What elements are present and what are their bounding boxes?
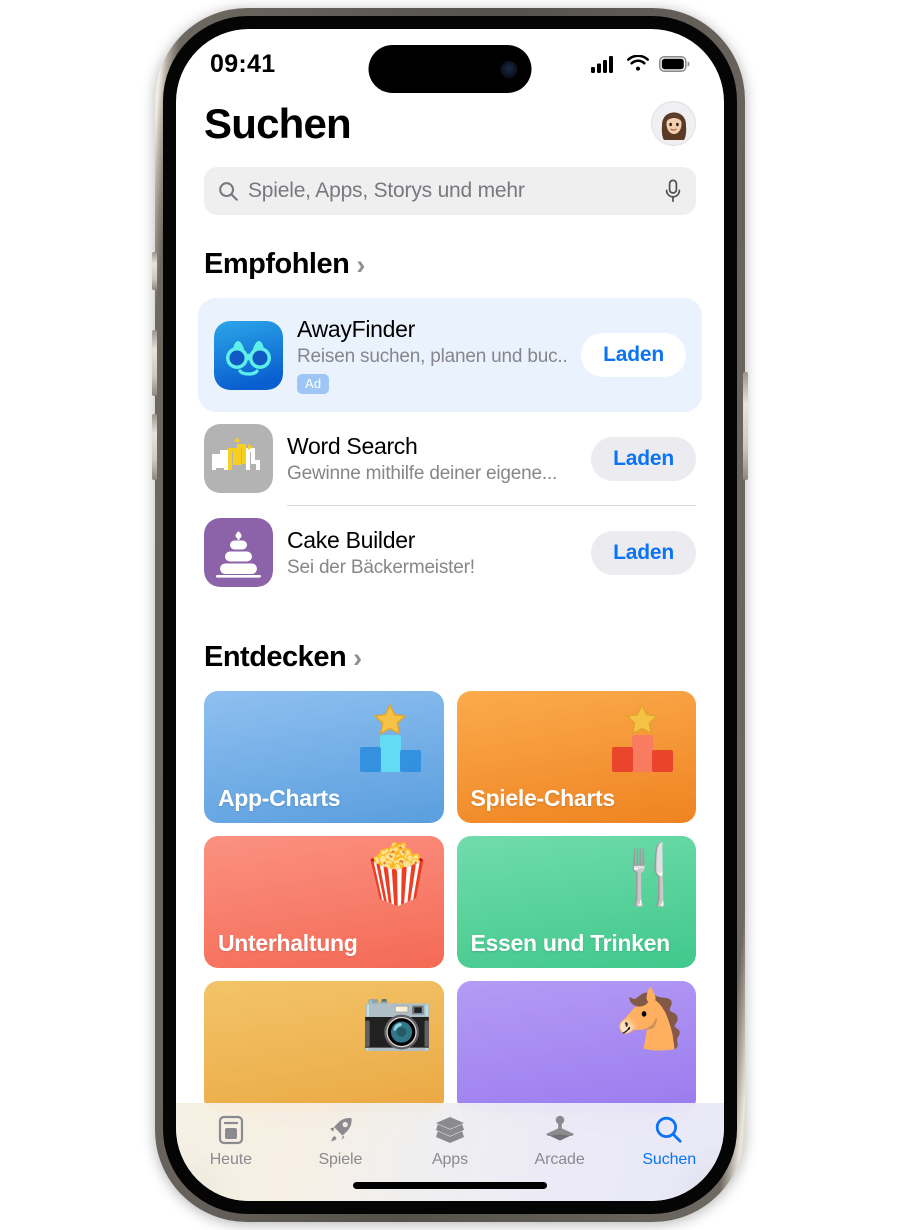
memoji-avatar-icon (653, 103, 694, 144)
discover-card-label: Essen und Trinken (470, 930, 671, 956)
app-subtitle: Sei der Bäckermeister! (287, 556, 475, 578)
today-card-icon (217, 1114, 245, 1146)
tab-arcade[interactable]: Arcade (505, 1114, 615, 1169)
section-header-discover[interactable]: Entdecken › (176, 641, 724, 674)
app-name: AwayFinder (297, 316, 416, 342)
avatar[interactable] (651, 101, 696, 146)
cellular-signal-icon (591, 56, 613, 73)
get-button-cake-builder[interactable]: Laden (591, 530, 696, 575)
power-button[interactable] (743, 372, 748, 480)
word-search-icon (204, 424, 273, 493)
app-row-awayfinder[interactable]: AwayFinder Reisen suchen, planen und buc… (208, 304, 692, 406)
screenshot-stage: 09:41 Suchen Spiele, Apps, Storys und me… (0, 0, 900, 1230)
discover-card-app-charts[interactable]: App-Charts (204, 691, 444, 823)
app-name: Word Search (287, 432, 418, 459)
tab-label: Suchen (642, 1151, 696, 1168)
app-name: Cake Builder (287, 526, 416, 553)
discover-card-spiele-charts[interactable]: Spiele-Charts (456, 691, 696, 823)
search-input[interactable]: Spiele, Apps, Storys und mehr (248, 179, 655, 203)
discover-card-essen-und-trinken[interactable]: 🍴 Essen und Trinken (456, 836, 696, 968)
discover-card-foto[interactable]: 📷 (204, 981, 444, 1113)
suggested-app-list: AwayFinder Reisen suchen, planen und buc… (198, 298, 702, 599)
tab-label: Arcade (534, 1151, 585, 1168)
microphone-icon[interactable] (664, 179, 682, 203)
search-icon (654, 1114, 684, 1146)
ad-card[interactable]: AwayFinder Reisen suchen, planen und buc… (198, 298, 702, 412)
battery-icon (659, 56, 690, 72)
wifi-icon (627, 55, 649, 71)
tab-heute[interactable]: Heute (176, 1114, 286, 1169)
podium-blue-star-icon (359, 703, 421, 772)
discover-card-label: Spiele-Charts (470, 785, 616, 811)
tab-suchen[interactable]: Suchen (614, 1114, 724, 1169)
tab-label: Heute (209, 1151, 252, 1168)
status-time: 09:41 (210, 49, 276, 78)
phone-screen: 09:41 Suchen Spiele, Apps, Storys und me… (176, 29, 724, 1201)
page-title: Suchen (204, 99, 352, 147)
tab-label: Spiele (318, 1151, 363, 1168)
tab-label: Apps (431, 1151, 469, 1168)
action-button[interactable] (152, 252, 157, 290)
get-button-word-search[interactable]: Laden (591, 436, 696, 481)
joystick-icon (544, 1114, 576, 1146)
app-info-awayfinder: AwayFinder Reisen suchen, planen und buc… (297, 316, 567, 394)
tab-apps[interactable]: Apps (395, 1114, 505, 1169)
front-camera-icon (500, 60, 518, 78)
camera-icon: 📷 (361, 987, 434, 1052)
awayfinder-binoculars-icon (214, 320, 283, 390)
podium-red-star-icon (612, 703, 673, 772)
stack-icon (434, 1114, 466, 1146)
volume-up-button[interactable] (152, 330, 157, 396)
get-button-awayfinder[interactable]: Laden (581, 333, 686, 377)
app-info-cake-builder: Cake Builder Sei der Bäckermeister! (287, 527, 577, 579)
chevron-right-icon: › (356, 250, 366, 280)
popcorn-icon: 🍿 (361, 842, 434, 907)
fork-knife-glass-icon: 🍴 (613, 842, 686, 907)
discover-grid: App-Charts Spiele-Charts 🍿 Unterhaltung (176, 691, 724, 1113)
search-icon (219, 181, 238, 201)
search-bar[interactable]: Spiele, Apps, Storys und mehr (204, 167, 696, 215)
volume-down-button[interactable] (152, 414, 157, 480)
dynamic-island (368, 45, 532, 93)
tab-spiele[interactable]: Spiele (286, 1114, 396, 1169)
app-row-word-search[interactable]: Word Search Gewinne mithilfe deiner eige… (198, 412, 702, 505)
horse-icon: 🐴 (613, 987, 686, 1052)
section-header-suggested[interactable]: Empfohlen › (176, 248, 724, 281)
ad-badge: Ad (297, 374, 330, 394)
discover-card-tiere[interactable]: 🐴 (456, 981, 696, 1113)
app-info-word-search: Word Search Gewinne mithilfe deiner eige… (287, 433, 577, 485)
discover-card-unterhaltung[interactable]: 🍿 Unterhaltung (204, 836, 444, 968)
status-indicators (591, 55, 690, 73)
section-title-discover: Entdecken (204, 641, 347, 673)
cake-builder-icon (204, 518, 273, 587)
chevron-right-icon: › (353, 643, 363, 673)
discover-card-label: Unterhaltung (218, 930, 358, 956)
app-row-cake-builder[interactable]: Cake Builder Sei der Bäckermeister! Lade… (198, 506, 702, 599)
discover-card-label: App-Charts (218, 785, 341, 811)
rocket-icon (325, 1114, 355, 1146)
app-subtitle: Gewinne mithilfe deiner eigene... (287, 462, 558, 484)
app-subtitle: Reisen suchen, planen und buc... (297, 346, 568, 367)
home-indicator[interactable] (353, 1182, 547, 1189)
section-title-suggested: Empfohlen (204, 248, 350, 280)
app-store-search-screen: Suchen Spiele, Apps, Storys und mehr Emp… (176, 29, 724, 1201)
